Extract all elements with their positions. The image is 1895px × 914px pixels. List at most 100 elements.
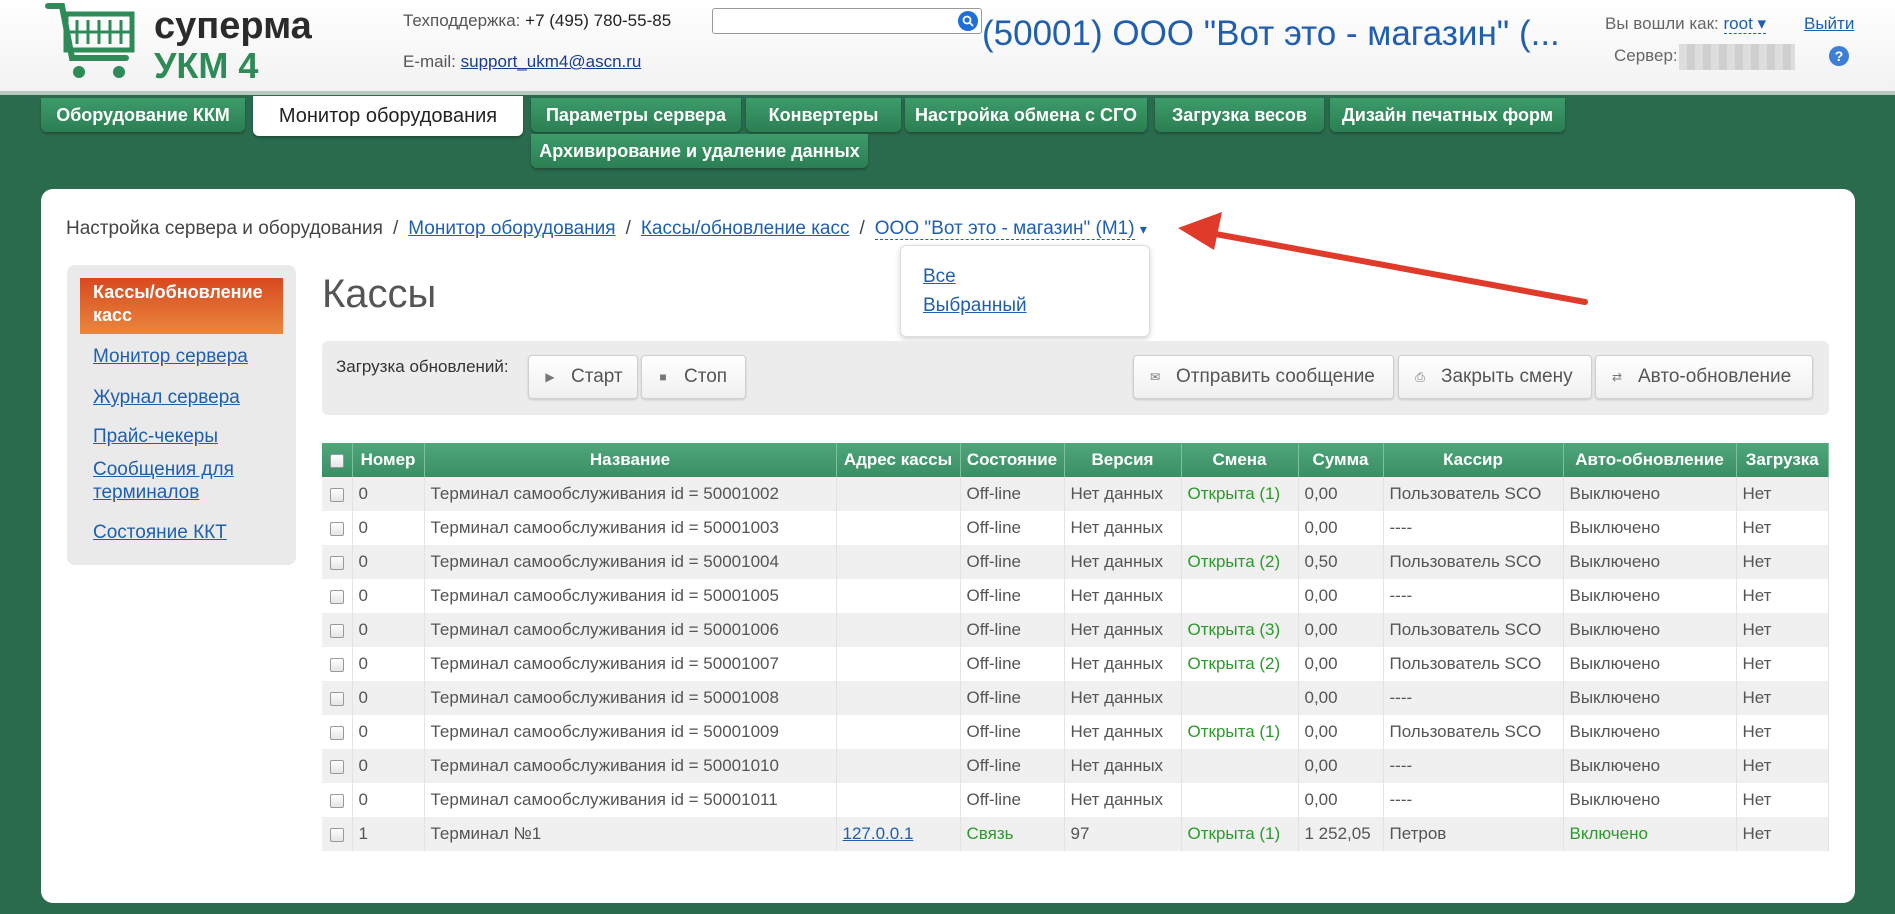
select-all-checkbox[interactable] [329, 453, 344, 468]
col-load[interactable]: Загрузка [1736, 443, 1829, 477]
row-checkbox[interactable] [329, 691, 344, 706]
sidebar-item-server-log[interactable]: Журнал сервера [93, 386, 283, 409]
stop-button[interactable]: ■ Стоп [641, 355, 746, 399]
row-checkbox[interactable] [329, 827, 344, 842]
col-state[interactable]: Состояние [960, 443, 1065, 477]
row-checkbox[interactable] [329, 521, 344, 536]
auto-update-label: Авто-обновление [1638, 366, 1792, 387]
chevron-down-icon[interactable]: ▾ [1140, 221, 1147, 237]
tab-print-forms[interactable]: Дизайн печатных форм [1330, 98, 1565, 132]
support-email-link[interactable]: support_ukm4@ascn.ru [461, 52, 642, 71]
table-row[interactable]: 0 Терминал самообслуживания id = 50001003… [322, 511, 1829, 545]
breadcrumb-sep: / [392, 218, 399, 239]
col-address[interactable]: Адрес кассы [836, 443, 961, 477]
dropdown-option-all[interactable]: Все [923, 266, 956, 288]
cell-shift: Открыта (1) [1181, 477, 1299, 511]
cell-state: Связь [960, 817, 1065, 851]
store-title: (50001) ООО "Вот это - магазин" (... [982, 14, 1560, 53]
cell-version: Нет данных [1064, 783, 1182, 817]
table-row[interactable]: 0 Терминал самообслуживания id = 50001007… [322, 647, 1829, 681]
sidebar-item-price-checkers[interactable]: Прайс-чекеры [93, 425, 283, 448]
help-icon[interactable]: ? [1829, 46, 1849, 66]
cell-shift [1181, 749, 1299, 783]
row-checkbox[interactable] [329, 623, 344, 638]
cell-auto-update: Выключено [1563, 545, 1737, 579]
sidebar-item-server-monitor[interactable]: Монитор сервера [93, 345, 283, 368]
tab-scales-load[interactable]: Загрузка весов [1155, 98, 1324, 132]
cell-number: 0 [352, 477, 425, 511]
row-checkbox[interactable] [329, 725, 344, 740]
cell-cashier: Пользователь SCO [1383, 647, 1564, 681]
row-checkbox[interactable] [329, 487, 344, 502]
sidebar-item-terminal-messages[interactable]: Сообщения для терминалов [93, 458, 283, 504]
row-checkbox[interactable] [329, 793, 344, 808]
col-version[interactable]: Версия [1064, 443, 1182, 477]
cell-cashier: Пользователь SCO [1383, 545, 1564, 579]
breadcrumb-sep: / [625, 218, 631, 239]
store-selector-dropdown[interactable]: ООО "Вот это - магазин" (М1) [874, 218, 1135, 240]
user-menu[interactable]: root ▾ [1723, 14, 1767, 34]
col-number[interactable]: Номер [352, 443, 425, 477]
breadcrumb-sep: / [859, 218, 865, 239]
support-phone: +7 (495) 780-55-85 [525, 11, 672, 30]
col-shift[interactable]: Смена [1181, 443, 1299, 477]
cell-name: Терминал самообслуживания id = 50001003 [424, 511, 837, 545]
table-row[interactable]: 0 Терминал самообслуживания id = 50001008… [322, 681, 1829, 715]
table-row[interactable]: 0 Терминал самообслуживания id = 50001010… [322, 749, 1829, 783]
breadcrumb-cash-registers[interactable]: Кассы/обновление касс [641, 218, 850, 239]
dropdown-option-selected[interactable]: Выбранный [923, 295, 1027, 317]
cell-state: Off-line [960, 477, 1065, 511]
supermag-logo[interactable]: супермаг УКМ 4 [44, 0, 314, 86]
cell-shift: Открыта (1) [1181, 715, 1299, 749]
cell-version: Нет данных [1064, 681, 1182, 715]
cell-version: Нет данных [1064, 477, 1182, 511]
row-checkbox[interactable] [329, 657, 344, 672]
col-auto-update[interactable]: Авто-обновление [1563, 443, 1737, 477]
cell-name: Терминал самообслуживания id = 50001002 [424, 477, 837, 511]
shopping-cart-icon [45, 3, 135, 78]
auto-update-button[interactable]: ⇄ Авто-обновление [1595, 355, 1813, 399]
annotation-arrow [1178, 212, 1588, 305]
cell-cashier: Пользователь SCO [1383, 613, 1564, 647]
row-checkbox[interactable] [329, 555, 344, 570]
table-row[interactable]: 0 Терминал самообслуживания id = 50001006… [322, 613, 1829, 647]
breadcrumb-equipment-monitor[interactable]: Монитор оборудования [408, 218, 615, 239]
table-row[interactable]: 0 Терминал самообслуживания id = 50001009… [322, 715, 1829, 749]
table-row[interactable]: 0 Терминал самообслуживания id = 50001005… [322, 579, 1829, 613]
cell-number: 0 [352, 545, 425, 579]
col-name[interactable]: Название [424, 443, 837, 477]
row-checkbox-cell [322, 749, 353, 783]
cell-name: Терминал самообслуживания id = 50001004 [424, 545, 837, 579]
cell-state: Off-line [960, 749, 1065, 783]
sidebar-item-cash-registers[interactable]: Кассы/обновление касс [80, 278, 283, 334]
cell-version: 97 [1064, 817, 1182, 851]
tab-archiving[interactable]: Архивирование и удаление данных [531, 134, 868, 168]
search-input[interactable] [712, 8, 982, 34]
logout-link[interactable]: Выйти [1804, 14, 1854, 34]
tab-equipment-monitor[interactable]: Монитор оборудования [253, 96, 523, 136]
close-shift-button[interactable]: ⎙ Закрыть смену [1398, 355, 1592, 399]
send-message-button[interactable]: ✉ Отправить сообщение [1133, 355, 1394, 399]
row-checkbox[interactable] [329, 759, 344, 774]
col-cashier[interactable]: Кассир [1383, 443, 1564, 477]
tab-server-params[interactable]: Параметры сервера [531, 98, 741, 132]
cell-sum: 0,00 [1298, 579, 1384, 613]
table-row[interactable]: 0 Терминал самообслуживания id = 50001004… [322, 545, 1829, 579]
cell-version: Нет данных [1064, 579, 1182, 613]
start-button[interactable]: ▶ Старт [528, 355, 638, 399]
col-sum[interactable]: Сумма [1298, 443, 1384, 477]
logged-in-info: Вы вошли как: root ▾ [1605, 14, 1767, 34]
tab-converters[interactable]: Конвертеры [746, 98, 901, 132]
search-icon[interactable] [958, 11, 978, 31]
cell-version: Нет данных [1064, 545, 1182, 579]
sidebar-item-kkt-state[interactable]: Состояние ККТ [93, 521, 283, 544]
row-checkbox[interactable] [329, 589, 344, 604]
server-name-redacted [1679, 44, 1795, 70]
cash-address-link[interactable]: 127.0.0.1 [843, 824, 914, 843]
table-row[interactable]: 0 Терминал самообслуживания id = 50001002… [322, 477, 1829, 511]
row-checkbox-cell [322, 613, 353, 647]
table-row[interactable]: 0 Терминал самообслуживания id = 50001011… [322, 783, 1829, 817]
table-row[interactable]: 1 Терминал №1 127.0.0.1 Связь 97 Открыта (1) 1… [322, 817, 1829, 851]
tab-kkm-equipment[interactable]: Оборудование ККМ [41, 98, 245, 132]
tab-sgo-exchange[interactable]: Настройка обмена с СГО [905, 98, 1147, 132]
